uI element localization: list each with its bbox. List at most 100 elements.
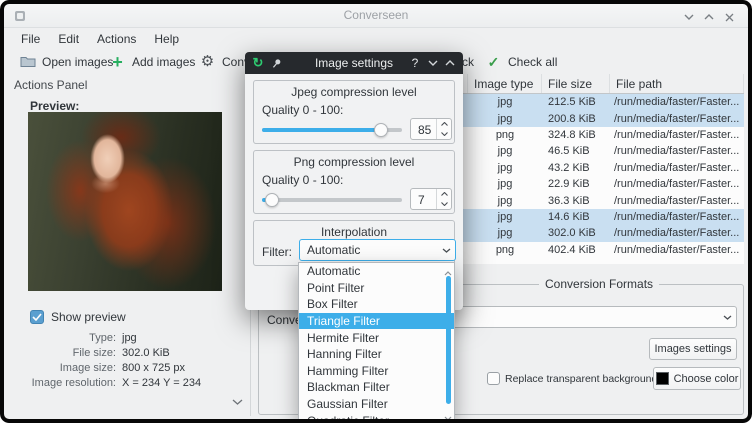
show-preview-label: Show preview [51, 310, 126, 324]
spin-down-icon[interactable] [437, 199, 451, 209]
scrollbar-thumb[interactable] [446, 276, 451, 404]
png-quality-value: 7 [411, 189, 436, 209]
close-button[interactable] [722, 11, 736, 23]
filter-combobox[interactable]: Automatic [299, 239, 456, 261]
shade-up-icon[interactable] [442, 55, 458, 71]
jpeg-quality-spinbox[interactable]: 85 [410, 118, 452, 140]
cell-image-type: jpg [468, 178, 542, 190]
interpolation-group: Interpolation Filter: Automatic [253, 220, 455, 266]
spin-up-icon[interactable] [437, 189, 451, 199]
cell-file-path: /run/media/faster/Faster... [610, 162, 744, 174]
cell-image-type: jpg [468, 211, 542, 223]
filter-option-gaussian-filter[interactable]: Gaussian Filter [299, 396, 454, 413]
cell-file-path: /run/media/faster/Faster... [610, 211, 744, 223]
filter-dropdown-list: AutomaticPoint FilterBox FilterTriangle … [298, 262, 455, 420]
preview-image [28, 112, 222, 291]
minimize-button[interactable] [682, 11, 696, 23]
cell-image-type: jpg [468, 96, 542, 108]
menubar: File Edit Actions Help [4, 29, 748, 48]
filter-option-point-filter[interactable]: Point Filter [299, 280, 454, 297]
choose-color-button[interactable]: Choose color [653, 367, 741, 390]
filter-option-hamming-filter[interactable]: Hamming Filter [299, 363, 454, 380]
open-images-label: Open images [42, 55, 113, 69]
cell-image-type: jpg [468, 162, 542, 174]
image-info: Type:jpg File size:302.0 KiB Image size:… [10, 330, 238, 390]
png-compression-group: Png compression level Quality 0 - 100: 7 [253, 150, 455, 214]
jpeg-quality-slider[interactable] [262, 122, 402, 138]
png-quality-slider[interactable] [262, 192, 402, 208]
filter-combobox-value: Automatic [300, 243, 437, 257]
replace-transparent-checkbox[interactable]: Replace transparent background [487, 372, 657, 385]
gear-icon: ⚙ [199, 54, 216, 69]
cell-file-size: 324.8 KiB [542, 129, 610, 141]
checkbox-unchecked-icon[interactable] [487, 372, 500, 385]
cell-file-size: 402.4 KiB [542, 244, 610, 256]
menu-edit[interactable]: Edit [49, 30, 88, 48]
choose-color-label: Choose color [674, 373, 739, 385]
titlebar[interactable]: Converseen [4, 4, 748, 28]
png-quality-spinbox[interactable]: 7 [410, 188, 452, 210]
info-resolution-value: X = 234 Y = 234 [122, 377, 201, 389]
shade-down-icon[interactable] [425, 55, 441, 71]
spin-buttons[interactable] [436, 119, 451, 139]
cell-file-path: /run/media/faster/Faster... [610, 145, 744, 157]
cell-file-size: 212.5 KiB [542, 96, 610, 108]
cell-file-size: 14.6 KiB [542, 211, 610, 223]
images-settings-button[interactable]: Images settings [649, 338, 737, 360]
jpeg-slider-handle[interactable] [374, 123, 388, 137]
refresh-icon[interactable]: ↻ [250, 55, 266, 71]
filter-option-automatic[interactable]: Automatic [299, 263, 454, 280]
maximize-button[interactable] [702, 11, 716, 23]
filter-option-box-filter[interactable]: Box Filter [299, 296, 454, 313]
jpeg-group-title: Jpeg compression level [254, 85, 454, 99]
show-preview-checkbox[interactable]: Show preview [30, 310, 126, 324]
add-images-button[interactable]: + Add images [104, 49, 200, 74]
menu-file[interactable]: File [12, 30, 49, 48]
open-images-button[interactable]: Open images [14, 49, 118, 74]
checkbox-checked-icon[interactable] [30, 310, 44, 324]
filter-option-hermite-filter[interactable]: Hermite Filter [299, 329, 454, 346]
png-quality-label: Quality 0 - 100: [262, 173, 343, 187]
column-header-image-type[interactable]: Image type [468, 74, 542, 93]
cell-image-type: jpg [468, 195, 542, 207]
cell-file-size: 22.9 KiB [542, 178, 610, 190]
cell-file-path: /run/media/faster/Faster... [610, 113, 744, 125]
cell-file-size: 200.8 KiB [542, 113, 610, 125]
replace-transparent-label: Replace transparent background [505, 373, 657, 385]
column-header-file-size[interactable]: File size [542, 74, 610, 93]
add-images-label: Add images [132, 55, 195, 69]
filter-option-hanning-filter[interactable]: Hanning Filter [299, 346, 454, 363]
check-all-icon: ✓ [485, 55, 502, 69]
png-group-title: Png compression level [254, 155, 454, 169]
check-all-button[interactable]: ✓ Check all [480, 49, 562, 74]
folder-icon [19, 55, 36, 68]
filter-label: Filter: [262, 245, 292, 259]
menu-help[interactable]: Help [145, 30, 188, 48]
help-icon[interactable]: ? [407, 55, 423, 71]
filter-option-triangle-filter[interactable]: Triangle Filter [299, 313, 454, 330]
cell-file-path: /run/media/faster/Faster... [610, 178, 744, 190]
spin-buttons[interactable] [436, 189, 451, 209]
interpolation-group-title: Interpolation [254, 225, 454, 239]
column-header-file-path[interactable]: File path [610, 74, 744, 93]
chevron-down-icon [718, 315, 736, 320]
pin-icon[interactable] [268, 55, 284, 71]
spin-down-icon[interactable] [437, 129, 451, 139]
info-imagesize-label: Image size: [10, 362, 116, 374]
preview-label: Preview: [30, 99, 79, 113]
dialog-titlebar[interactable]: Image settings ↻ ? [245, 52, 463, 74]
scroll-down-icon[interactable] [232, 394, 243, 408]
scrollbar-down-icon[interactable] [444, 410, 452, 420]
menu-actions[interactable]: Actions [88, 30, 145, 48]
spin-up-icon[interactable] [437, 119, 451, 129]
cell-file-size: 302.0 KiB [542, 227, 610, 239]
jpeg-slider-fill [262, 128, 381, 132]
png-slider-handle[interactable] [265, 193, 279, 207]
cell-file-size: 36.3 KiB [542, 195, 610, 207]
plus-icon: + [109, 55, 126, 69]
cell-image-type: jpg [468, 227, 542, 239]
info-type-value: jpg [122, 332, 137, 344]
filter-option-quadratic-filter[interactable]: Quadratic Filter [299, 412, 454, 420]
filter-option-blackman-filter[interactable]: Blackman Filter [299, 379, 454, 396]
info-filesize-label: File size: [10, 347, 116, 359]
